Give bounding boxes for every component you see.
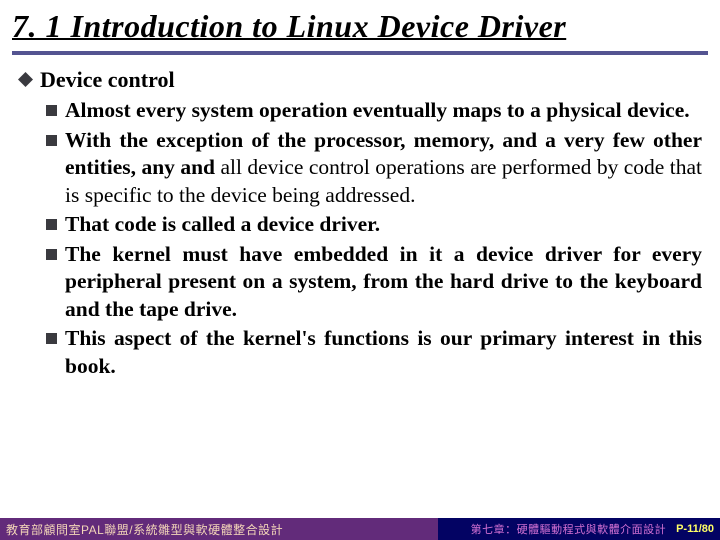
content-area: Device control Almost every system opera… bbox=[0, 65, 720, 380]
bullet-text: This aspect of the kernel's functions is… bbox=[65, 325, 702, 380]
list-item: Almost every system operation eventually… bbox=[46, 97, 702, 125]
section-heading-row: Device control bbox=[18, 67, 702, 93]
square-icon bbox=[46, 135, 57, 146]
footer: 教育部顧問室PAL聯盟/系統雛型與軟硬體整合設計 第七章：硬體驅動程式與軟體介面… bbox=[0, 518, 720, 540]
list-item: The kernel must have embedded in it a de… bbox=[46, 241, 702, 324]
list-item: That code is called a device driver. bbox=[46, 211, 702, 239]
list-item: With the exception of the processor, mem… bbox=[46, 127, 702, 210]
square-icon bbox=[46, 333, 57, 344]
bullet-text: The kernel must have embedded in it a de… bbox=[65, 241, 702, 324]
bullet-text: With the exception of the processor, mem… bbox=[65, 127, 702, 210]
diamond-icon bbox=[18, 72, 33, 87]
footer-left: 教育部顧問室PAL聯盟/系統雛型與軟硬體整合設計 bbox=[0, 518, 438, 540]
bullet-text: That code is called a device driver. bbox=[65, 211, 702, 239]
title-rule bbox=[12, 51, 708, 55]
section-heading: Device control bbox=[40, 67, 175, 93]
bullet-list: Almost every system operation eventually… bbox=[18, 97, 702, 380]
bullet-text: Almost every system operation eventually… bbox=[65, 97, 702, 125]
square-icon bbox=[46, 249, 57, 260]
square-icon bbox=[46, 105, 57, 116]
list-item: This aspect of the kernel's functions is… bbox=[46, 325, 702, 380]
footer-chapter: 第七章：硬體驅動程式與軟體介面設計 bbox=[471, 521, 667, 537]
footer-page: P-11/80 bbox=[676, 523, 714, 535]
slide-title: 7. 1 Introduction to Linux Device Driver bbox=[0, 0, 720, 49]
footer-right: 第七章：硬體驅動程式與軟體介面設計 P-11/80 bbox=[438, 518, 720, 540]
square-icon bbox=[46, 219, 57, 230]
